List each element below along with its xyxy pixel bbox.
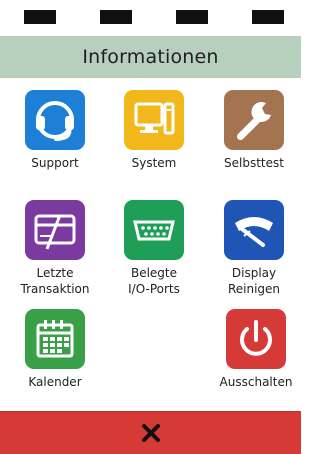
title-bar: Informationen (0, 36, 301, 78)
calendar-button[interactable]: Kalender (5, 309, 105, 390)
shutdown-button[interactable]: Ausschalten (206, 309, 306, 390)
selftest-button[interactable]: Selbsttest (204, 90, 304, 171)
io-ports-label: Belegte I/O-Ports (128, 266, 180, 296)
page-title: Informationen (82, 46, 219, 68)
card-signature-icon (25, 200, 85, 260)
wrench-icon (224, 90, 284, 150)
support-label: Support (31, 156, 79, 170)
system-label: System (131, 156, 177, 170)
status-segment (252, 10, 284, 24)
calendar-icon (25, 309, 85, 369)
status-segment (176, 10, 208, 24)
headset-icon (25, 90, 85, 150)
selftest-label: Selbsttest (224, 156, 284, 170)
close-button[interactable] (0, 411, 301, 454)
close-icon (141, 424, 160, 442)
status-segment (100, 10, 132, 24)
system-button[interactable]: System (104, 90, 204, 171)
status-bar (0, 0, 301, 36)
shutdown-label: Ausschalten (219, 375, 293, 389)
last-transaction-button[interactable]: Letzte Transaktion (5, 200, 105, 297)
status-segment (24, 10, 56, 24)
display-clean-button[interactable]: Display Reinigen (204, 200, 304, 297)
support-button[interactable]: Support (5, 90, 105, 171)
last-transaction-label: Letzte Transaktion (20, 266, 90, 296)
monitor-icon (124, 90, 184, 150)
io-ports-button[interactable]: Belegte I/O-Ports (104, 200, 204, 297)
serial-port-icon (124, 200, 184, 260)
display-clean-label: Display Reinigen (227, 266, 281, 296)
calendar-label: Kalender (28, 375, 82, 389)
wiper-icon (224, 200, 284, 260)
power-icon (226, 309, 286, 369)
